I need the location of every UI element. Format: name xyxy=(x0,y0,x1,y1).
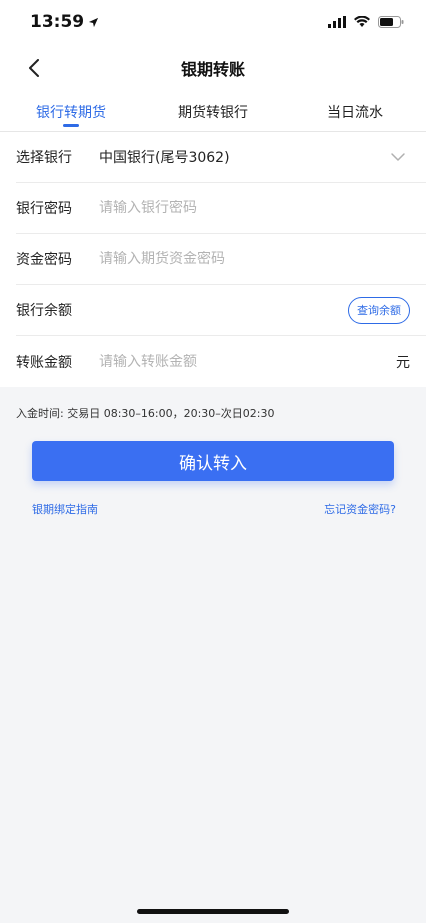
tab-label: 银行转期货 xyxy=(36,104,106,121)
tab-bar: 银行转期货 期货转银行 当日流水 xyxy=(0,92,426,132)
status-bar: 13:59 xyxy=(0,0,426,44)
status-time: 13:59 xyxy=(30,12,85,32)
transfer-form: 选择银行 中国银行(尾号3062) 银行密码 资金密码 银行余额 查询余额 转账… xyxy=(0,132,426,387)
wifi-icon xyxy=(354,16,370,27)
status-icons xyxy=(328,16,404,28)
bank-select-value: 中国银行(尾号3062) xyxy=(99,150,230,166)
bank-select-row[interactable]: 选择银行 中国银行(尾号3062) xyxy=(16,132,426,183)
amount-label: 转账金额 xyxy=(16,354,72,371)
home-indicator[interactable] xyxy=(137,909,289,914)
chevron-down-icon xyxy=(391,153,405,161)
tab-label: 当日流水 xyxy=(327,104,383,121)
tab-label: 期货转银行 xyxy=(178,104,248,121)
help-links: 银期绑定指南 忘记资金密码? xyxy=(0,481,426,517)
signal-icon xyxy=(328,16,346,28)
back-button[interactable] xyxy=(20,54,48,82)
deposit-time-hint: 入金时间: 交易日 08:30–16:00，20:30–次日02:30 xyxy=(16,407,275,420)
amount-row: 转账金额 元 xyxy=(16,336,426,387)
battery-icon xyxy=(378,16,404,28)
fund-password-row: 资金密码 xyxy=(16,234,426,285)
tab-daily-records[interactable]: 当日流水 xyxy=(284,92,426,131)
amount-unit: 元 xyxy=(396,354,410,371)
tab-bank-to-futures[interactable]: 银行转期货 xyxy=(0,92,142,131)
binding-guide-link[interactable]: 银期绑定指南 xyxy=(32,501,98,517)
page-title: 银期转账 xyxy=(180,60,245,79)
tab-futures-to-bank[interactable]: 期货转银行 xyxy=(142,92,284,131)
status-time-wrap: 13:59 xyxy=(30,12,99,32)
bank-select-label: 选择银行 xyxy=(16,150,72,166)
bank-balance-label: 银行余额 xyxy=(16,303,72,319)
query-balance-button[interactable]: 查询余额 xyxy=(348,296,410,324)
header-area: 13:59 银期转账 银行转期货 期货转银行 当日流水 xyxy=(0,0,426,132)
chevron-left-icon xyxy=(29,59,39,77)
fund-password-input[interactable] xyxy=(99,251,410,267)
nav-bar: 银期转账 xyxy=(0,44,426,92)
tab-active-indicator xyxy=(63,124,79,127)
bank-password-row: 银行密码 xyxy=(16,183,426,234)
bank-password-label: 银行密码 xyxy=(16,201,72,217)
bank-password-input[interactable] xyxy=(99,200,410,216)
amount-input[interactable] xyxy=(99,353,396,370)
bank-balance-row: 银行余额 查询余额 xyxy=(16,285,426,336)
confirm-transfer-button[interactable]: 确认转入 xyxy=(32,441,394,481)
fund-password-label: 资金密码 xyxy=(16,252,72,268)
forgot-fund-password-link[interactable]: 忘记资金密码? xyxy=(324,501,396,517)
location-arrow-icon xyxy=(89,17,99,27)
